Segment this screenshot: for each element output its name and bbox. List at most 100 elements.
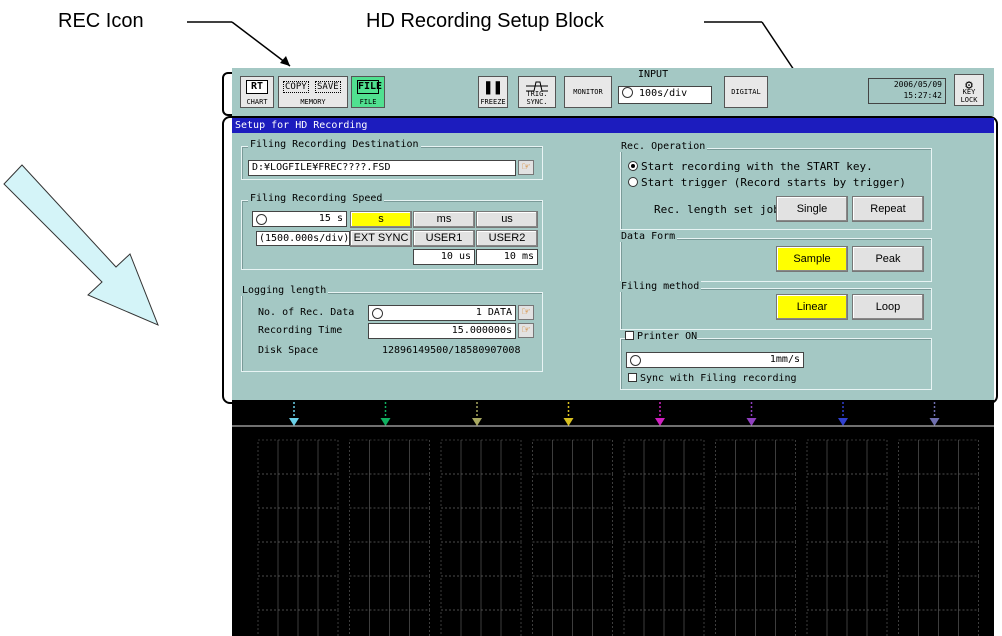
grid-cell [277,507,299,543]
grid-cell [500,439,522,475]
grid-cell [277,439,299,475]
grid-cell [755,575,776,611]
grid-cell [532,439,553,475]
start-key-option[interactable]: Start recording with the START key. [628,160,873,173]
grid-cell [389,439,410,475]
grid-cell [755,439,776,475]
grid-cell [938,473,959,509]
rec-length-label: Rec. length set job [654,203,780,216]
grid-cell [846,473,868,509]
grid-cell [552,609,573,636]
grid-cell [866,473,888,509]
grid-cell [683,473,705,509]
grid-cell [938,541,959,577]
channel-marker [655,418,665,426]
rt-chart-button[interactable]: RT CHART [240,76,274,108]
grid-cell [938,609,959,636]
grid-cell [349,541,370,577]
grid-cell [389,473,410,509]
unit-s-button[interactable]: s [350,211,412,228]
channel-marker [289,418,299,426]
grid-cell [440,439,462,475]
grid-cell [297,507,319,543]
grid-cell [866,507,888,543]
rec-data-field[interactable]: 1 DATA [368,305,516,321]
user1-value-field[interactable]: 10 us [413,249,475,265]
single-button[interactable]: Single [776,196,848,222]
grid-cell [277,609,299,636]
grid-cell [958,541,979,577]
grid-cell [866,541,888,577]
destination-browse-button[interactable]: ☞ [518,160,534,175]
grid-cell [735,541,756,577]
grid-cell [257,439,279,475]
printer-on-checkbox[interactable] [625,331,634,340]
grid-cell [775,507,796,543]
grid-cell [826,473,848,509]
grid-cell [866,575,888,611]
grid-cell [806,507,828,543]
grid-cell [846,609,868,636]
grid-cell [369,507,390,543]
file-rec-button[interactable]: FILE FILE [351,76,385,108]
grid-cell [663,439,685,475]
peak-button[interactable]: Peak [852,246,924,272]
channel-marker [472,418,482,426]
grid-cell [532,507,553,543]
digital-button[interactable]: DIGITAL [724,76,768,108]
speed-value-field[interactable]: 15 s [252,211,347,227]
grid-cell [826,575,848,611]
grid-cell [317,473,339,509]
grid-cell [846,507,868,543]
grid-cell [938,575,959,611]
user1-button[interactable]: USER1 [413,230,475,247]
rec-data-button[interactable]: ☞ [518,305,534,320]
grid-cell [572,507,593,543]
rec-time-field[interactable]: 15.000000s [368,323,516,339]
grid-cell [846,575,868,611]
freeze-button[interactable]: ❚❚ FREEZE [478,76,508,108]
grid-cell [297,541,319,577]
monitor-button[interactable]: MONITOR [564,76,612,108]
loop-button[interactable]: Loop [852,294,924,320]
unit-us-button[interactable]: us [476,211,538,228]
grid-cell [592,507,613,543]
destination-path-field[interactable]: D:¥LOGFILE¥FREC????.FSD [248,160,516,176]
input-label: INPUT [638,69,669,80]
grid-cell [806,541,828,577]
sample-button[interactable]: Sample [776,246,848,272]
grid-cell [349,473,370,509]
grid-cell [480,609,502,636]
grid-cell [918,609,939,636]
grid-cell [715,541,736,577]
repeat-button[interactable]: Repeat [852,196,924,222]
input-timebase[interactable]: 100s/div [618,86,712,104]
ext-sync-button[interactable]: EXT SYNC [350,230,412,247]
linear-button[interactable]: Linear [776,294,848,320]
user2-button[interactable]: USER2 [476,230,538,247]
grid-cell [958,575,979,611]
user2-value-field[interactable]: 10 ms [476,249,538,265]
grid-cell [826,609,848,636]
grid-cell [532,541,553,577]
rec-time-button[interactable]: ☞ [518,323,534,338]
grid-cell [440,609,462,636]
copy-save-memory-button[interactable]: COPY SAVE MEMORY [278,76,348,108]
grid-cell [317,575,339,611]
grid-cell [918,439,939,475]
unit-ms-button[interactable]: ms [413,211,475,228]
grid-cell [257,609,279,636]
grid-cell [898,507,919,543]
grid-cell [715,609,736,636]
start-trigger-option[interactable]: Start trigger (Record starts by trigger) [628,176,906,189]
grid-cell [715,439,736,475]
sync-filing-option[interactable]: Sync with Filing recording [628,373,797,384]
trig-sync-button[interactable]: TRIG. SYNC. [518,76,556,108]
printer-speed-field[interactable]: 1mm/s [626,352,804,368]
grid-cell [898,439,919,475]
radio-on-icon [628,161,638,171]
grid-cell [775,609,796,636]
key-lock-button[interactable]: ⚙ KEY LOCK [954,74,984,106]
setup-title-bar: Setup for HD Recording [232,118,994,133]
grid-cell [369,575,390,611]
